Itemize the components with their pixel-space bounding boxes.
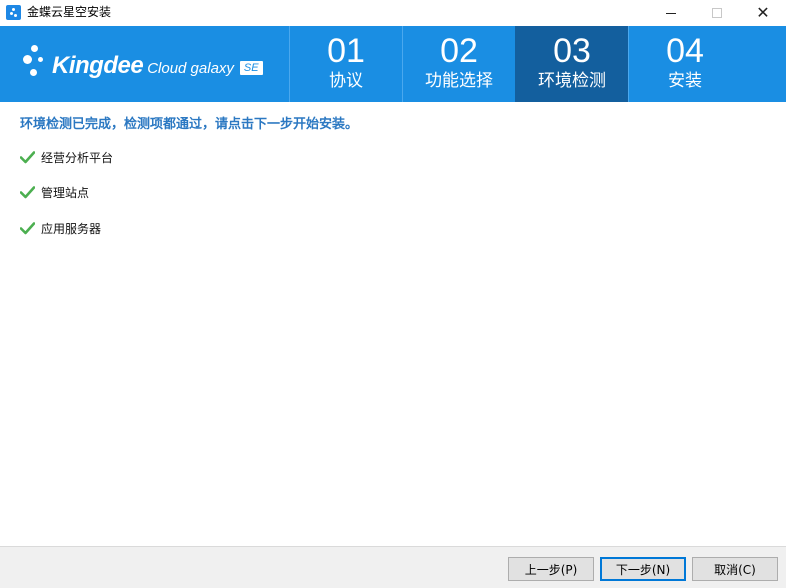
close-button[interactable]: ✕ [740, 0, 786, 26]
next-button[interactable]: 下一步(N) [600, 557, 686, 581]
check-item: 经营分析平台 [20, 148, 113, 166]
check-item: 应用服务器 [20, 219, 101, 237]
checkmark-icon [20, 222, 35, 235]
kingdee-logo: Kingdee Cloud galaxy SE [22, 43, 272, 83]
logo-dot [31, 45, 38, 52]
logo-dot [30, 69, 37, 76]
step-label: 安装 [668, 71, 702, 91]
previous-button[interactable]: 上一步(P) [508, 557, 594, 581]
title-bar[interactable]: 金蝶云星空安装 ✕ [0, 0, 786, 26]
step-number: 04 [666, 32, 704, 70]
step-indicator: 01 协议 02 功能选择 03 环境检测 04 安装 [289, 26, 741, 102]
step-number: 03 [553, 32, 591, 70]
status-headline: 环境检测已完成，检测项都通过，请点击下一步开始安装。 [20, 117, 359, 132]
step-feature-selection: 02 功能选择 [402, 26, 515, 102]
checkmark-icon [20, 151, 35, 164]
maximize-icon [712, 8, 722, 18]
check-item-label: 经营分析平台 [41, 150, 114, 165]
logo-dot [38, 57, 43, 62]
step-agreement: 01 协议 [289, 26, 402, 102]
cancel-button[interactable]: 取消(C) [692, 557, 778, 581]
logo-dot [23, 55, 32, 64]
window-title: 金蝶云星空安装 [27, 5, 112, 19]
close-icon: ✕ [756, 3, 770, 22]
check-item-label: 应用服务器 [41, 221, 102, 236]
minimize-icon [666, 12, 676, 14]
logo-brand: Kingdee [52, 52, 144, 79]
step-environment-check: 03 环境检测 [515, 26, 628, 102]
checkmark-icon [20, 186, 35, 199]
footer-bar: 上一步(P) 下一步(N) 取消(C) [0, 546, 786, 588]
minimize-button[interactable] [648, 0, 694, 26]
step-label: 协议 [329, 71, 363, 91]
logo-subtitle: Cloud galaxy [147, 60, 234, 77]
step-label: 环境检测 [538, 71, 606, 91]
logo-text: Kingdee Cloud galaxy SE [52, 52, 263, 80]
step-install: 04 安装 [628, 26, 741, 102]
header-banner: Kingdee Cloud galaxy SE 01 协议 02 功能选择 03 环… [0, 26, 786, 102]
installer-window: 金蝶云星空安装 ✕ KingdeeCloud galaxy SE 01 协议 [0, 0, 786, 588]
maximize-button [694, 0, 740, 26]
kingdee-app-icon [6, 5, 21, 20]
step-label: 功能选择 [425, 71, 493, 91]
step-number: 01 [327, 32, 365, 70]
main-content: 环境检测已完成，检测项都通过，请点击下一步开始安装。 经营分析平台 管理站点 应… [0, 102, 786, 546]
step-number: 02 [440, 32, 478, 70]
check-item-label: 管理站点 [41, 185, 90, 200]
check-item: 管理站点 [20, 183, 89, 201]
logo-edition-badge: SE [239, 61, 263, 75]
